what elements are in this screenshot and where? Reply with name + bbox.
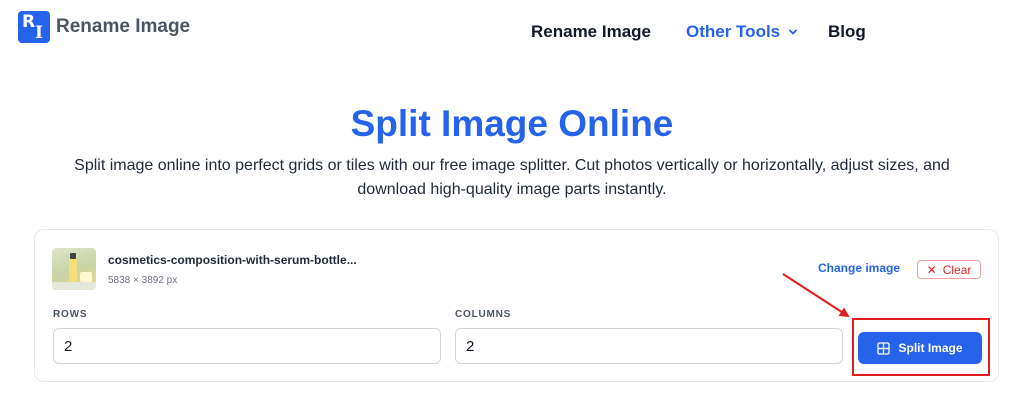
annotation-highlight-box: [852, 318, 990, 376]
